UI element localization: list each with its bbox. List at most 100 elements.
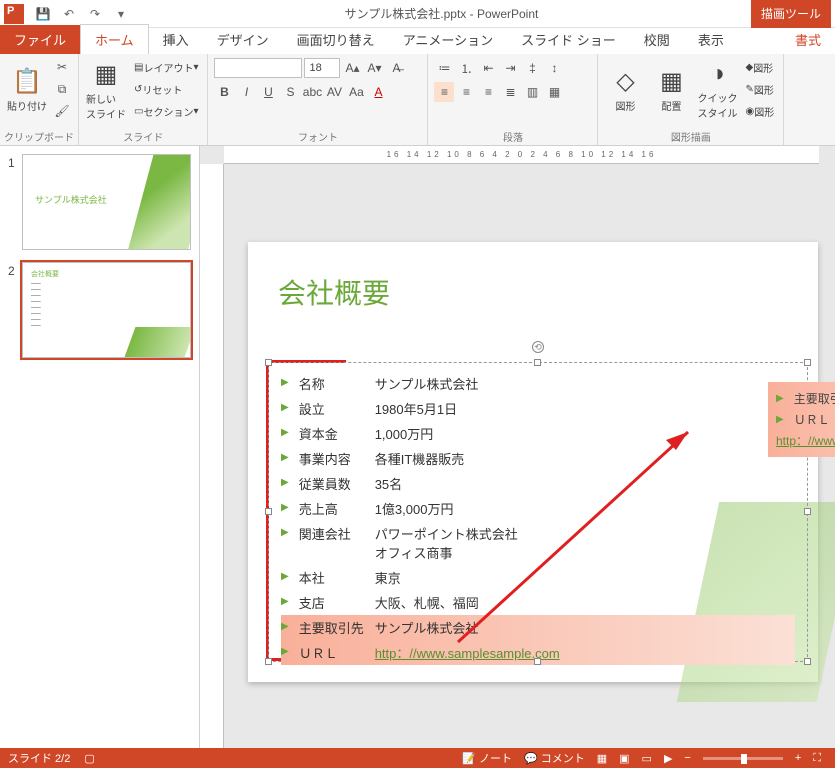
notes-button[interactable]: 📝 ノート [456,750,518,766]
align-right-icon[interactable]: ≡ [478,82,498,102]
save-icon[interactable]: 💾 [32,3,54,25]
shrink-font-icon[interactable]: A▾ [364,58,384,78]
tab-slideshow[interactable]: スライド ショー [507,25,630,54]
paste-button[interactable]: 📋貼り付け [6,57,48,123]
item-value: 1980年5月1日 [375,399,795,418]
comments-button[interactable]: 💬 コメント [518,750,591,766]
bullet-icon: ▶ [281,646,289,657]
bullet-icon: ▶ [281,377,289,388]
callout-box: ▶主要取引先サンプル株式会社▶ＵＲＬhttp：//www.samplesampl… [768,382,835,457]
shapes-button[interactable]: ◇図形 [604,57,646,123]
view-reading-icon[interactable]: ▭ [636,752,658,765]
shape-fill-button[interactable]: ◆ 図形 [742,57,777,77]
contextual-tab-group: 描画ツール [751,0,831,28]
list-item: http：//www.samplesample.com [776,430,835,451]
case-icon[interactable]: Aa [346,82,366,102]
align-center-icon[interactable]: ≡ [456,82,476,102]
tab-design[interactable]: デザイン [203,25,283,54]
bold-icon[interactable]: B [214,82,234,102]
italic-icon[interactable]: I [236,82,256,102]
thumbnail-2[interactable]: 2 会社概要 ━━━━━━━━━━━━━━━━━━━━━━━━━━━━━━━━ [8,262,191,358]
list-item: ▶ＵＲＬ [776,409,835,430]
tab-home[interactable]: ホーム [80,24,149,54]
view-slideshow-icon[interactable]: ▶ [658,752,678,765]
slide-canvas: 16 14 12 10 8 6 4 2 0 2 4 6 8 10 12 14 1… [200,146,835,748]
reset-button[interactable]: ↺ リセット [131,79,201,99]
smartart-icon[interactable]: ▦ [544,82,564,102]
window-title: サンプル株式会社.pptx - PowerPoint [132,5,751,22]
tab-transitions[interactable]: 画面切り替え [283,25,389,54]
tab-review[interactable]: 校閲 [630,25,684,54]
shape-effects-button[interactable]: ◉ 図形 [742,101,777,121]
zoom-in-icon[interactable]: + [789,752,807,764]
grow-font-icon[interactable]: A▴ [342,58,362,78]
undo-icon[interactable]: ↶ [58,3,80,25]
slide-thumbnails: 1 サンプル株式会社 2 会社概要 ━━━━━━━━━━━━━━━━━━━━━━… [0,146,200,748]
copy-icon[interactable]: ⧉ [52,79,72,99]
item-label: 関連会社 [299,524,365,543]
tab-view[interactable]: 表示 [684,25,738,54]
resize-handle[interactable] [265,508,272,515]
resize-handle[interactable] [804,658,811,665]
zoom-slider[interactable] [703,757,783,760]
annotation-arrow [448,422,708,652]
font-size-combo[interactable]: 18 [304,58,340,78]
spacing-icon[interactable]: AV [324,82,344,102]
start-show-icon[interactable]: ▾ [110,3,132,25]
slide[interactable]: 会社概要 ⟲ ▶名称サンプル株式会社▶設立1980年5月1日▶資本金1,000万… [248,242,818,682]
resize-handle[interactable] [265,359,272,366]
strike-icon[interactable]: S [280,82,300,102]
cut-icon[interactable]: ✂ [52,57,72,77]
section-button[interactable]: ▭ セクション ▾ [131,101,201,121]
resize-handle[interactable] [804,359,811,366]
quick-styles-button[interactable]: ◑クイック スタイル [696,57,738,123]
slide-title[interactable]: 会社概要 [278,272,390,312]
columns-icon[interactable]: ▥ [522,82,542,102]
rotate-handle[interactable]: ⟲ [532,341,544,353]
zoom-out-icon[interactable]: − [678,752,696,764]
spell-check-icon[interactable]: ▢ [84,752,94,765]
align-left-icon[interactable]: ≡ [434,82,454,102]
justify-icon[interactable]: ≣ [500,82,520,102]
group-slides: ▦新しい スライド ▤ レイアウト ▾ ↺ リセット ▭ セクション ▾ スライ… [79,54,208,145]
list-item[interactable]: ▶ 名称サンプル株式会社 [281,371,795,396]
format-painter-icon[interactable]: 🖌 [52,101,72,121]
item-label: 事業内容 [299,449,365,468]
resize-handle[interactable] [534,658,541,665]
resize-handle[interactable] [265,658,272,665]
bullet-icon: ▶ [281,452,289,463]
shadow-icon[interactable]: abc [302,82,322,102]
resize-handle[interactable] [534,359,541,366]
list-item[interactable]: ▶設立1980年5月1日 [281,396,795,421]
shape-outline-button[interactable]: ✎ 図形 [742,79,777,99]
item-value: サンプル株式会社 [375,374,795,393]
text-direction-icon[interactable]: ↕ [544,58,564,78]
view-normal-icon[interactable]: ▦ [591,752,613,765]
clear-format-icon[interactable]: A̶ [386,58,406,78]
fit-icon[interactable]: ⛶ [807,752,827,765]
item-label: 売上高 [299,499,365,518]
tab-format[interactable]: 書式 [781,25,835,54]
powerpoint-icon [4,4,24,24]
indent-inc-icon[interactable]: ⇥ [500,58,520,78]
tab-file[interactable]: ファイル [0,25,80,54]
redo-icon[interactable]: ↷ [84,3,106,25]
font-family-combo[interactable] [214,58,302,78]
tab-insert[interactable]: 挿入 [149,25,203,54]
tab-animations[interactable]: アニメーション [389,25,507,54]
line-spacing-icon[interactable]: ‡ [522,58,542,78]
indent-dec-icon[interactable]: ⇤ [478,58,498,78]
item-label: 名称 [299,374,365,393]
item-label: 支店 [299,593,365,612]
numbering-icon[interactable]: ⒈ [456,58,476,78]
new-slide-button[interactable]: ▦新しい スライド [85,57,127,123]
ruler-horizontal: 16 14 12 10 8 6 4 2 0 2 4 6 8 10 12 14 1… [224,146,819,164]
arrange-button[interactable]: ▦配置 [650,57,692,123]
view-sorter-icon[interactable]: ▣ [613,752,635,765]
font-color-icon[interactable]: A [368,82,388,102]
thumbnail-1[interactable]: 1 サンプル株式会社 [8,154,191,250]
bullets-icon[interactable]: ≔ [434,58,454,78]
resize-handle[interactable] [804,508,811,515]
layout-button[interactable]: ▤ レイアウト ▾ [131,57,201,77]
underline-icon[interactable]: U [258,82,278,102]
